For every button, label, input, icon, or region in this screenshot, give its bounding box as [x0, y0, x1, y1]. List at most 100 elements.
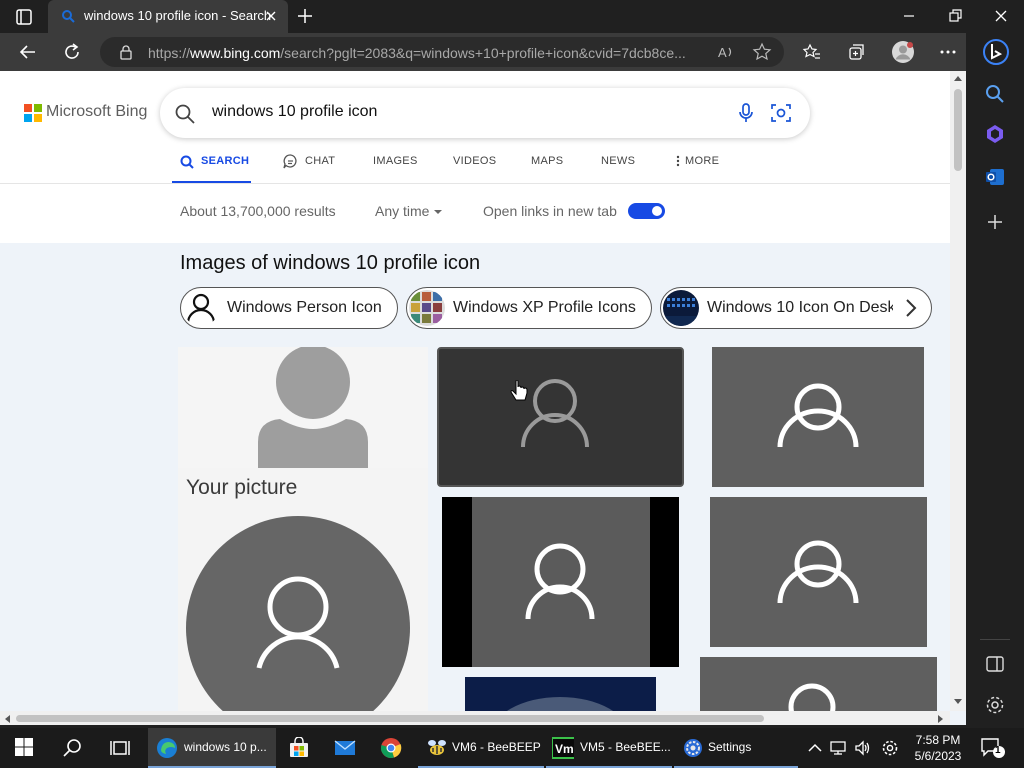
search-icon[interactable]: [984, 83, 1006, 105]
taskbar-chrome[interactable]: [368, 728, 414, 768]
outlook-icon[interactable]: [984, 166, 1006, 188]
related-chip-windows-10-icon-on-desktop[interactable]: Windows 10 Icon On Deskt: [660, 287, 932, 329]
volume-icon[interactable]: [854, 739, 872, 757]
notification-icon: [981, 738, 1005, 758]
image-result-dark-user[interactable]: [437, 347, 684, 487]
horizontal-scroll-thumb[interactable]: [16, 715, 764, 722]
add-sidebar-app-icon[interactable]: [984, 211, 1006, 233]
image-result-gray-user-2[interactable]: [710, 497, 927, 647]
image-result-gray-person[interactable]: [178, 347, 428, 468]
chip-label: Windows 10 Icon On Deskt: [707, 299, 900, 316]
taskbar-settings[interactable]: Settings: [674, 728, 798, 768]
windows-taskbar: windows 10 p... VM6 - BeeBEEP Vm VM5 - B…: [0, 728, 1024, 768]
taskbar-settings-label: Settings: [708, 740, 752, 754]
taskbar-beebeep-label: VM6 - BeeBEEP: [452, 740, 541, 754]
back-icon[interactable]: [18, 42, 38, 62]
taskbar-store[interactable]: [276, 728, 322, 768]
taskbar-edge-label: windows 10 p...: [184, 740, 267, 754]
gear-icon[interactable]: [881, 739, 899, 757]
taskbar-beebeep[interactable]: VM6 - BeeBEEP: [418, 728, 544, 768]
task-view-button[interactable]: [96, 728, 144, 768]
read-aloud-icon[interactable]: A: [716, 42, 736, 62]
tab-videos-label: VIDEOS: [453, 155, 497, 167]
close-window-icon[interactable]: [991, 6, 1011, 26]
chat-icon: [283, 154, 297, 169]
lock-icon[interactable]: [118, 44, 134, 60]
image-result-your-picture[interactable]: Your picture: [178, 468, 428, 725]
tab-search-label: SEARCH: [201, 155, 250, 167]
tab-actions-icon[interactable]: [10, 6, 36, 28]
time-filter-dropdown[interactable]: Any time: [375, 203, 443, 219]
add-favorite-icon[interactable]: [752, 42, 772, 62]
scroll-left-icon[interactable]: [4, 715, 10, 723]
system-clock[interactable]: 7:58 PM 5/6/2023: [910, 732, 966, 764]
search-input[interactable]: windows 10 profile icon: [212, 103, 377, 121]
address-bar[interactable]: https://www.bing.com/search?pglt=2083&q=…: [100, 37, 784, 67]
time-filter-label: Any time: [375, 203, 430, 219]
vertical-scroll-thumb[interactable]: [954, 89, 962, 171]
search-box[interactable]: windows 10 profile icon: [160, 88, 810, 138]
copilot-app-icon[interactable]: [984, 123, 1006, 145]
bing-copilot-icon[interactable]: [982, 37, 1010, 67]
restore-icon[interactable]: [945, 6, 965, 26]
sidebar-settings-icon[interactable]: [984, 694, 1006, 716]
image-result-boxed-user[interactable]: [442, 497, 679, 667]
visual-search-icon[interactable]: [770, 102, 792, 124]
profile-avatar-icon[interactable]: [891, 40, 915, 64]
browser-tab[interactable]: windows 10 profile icon - Search: [48, 0, 288, 33]
chips-next-button[interactable]: [893, 289, 929, 327]
web-page: Microsoft Bing windows 10 profile icon S…: [0, 71, 966, 725]
user-circle-icon: [186, 516, 410, 725]
scroll-down-icon[interactable]: [954, 699, 962, 705]
results-count: About 13,700,000 results: [180, 203, 336, 219]
start-button[interactable]: [0, 728, 48, 768]
network-icon[interactable]: [830, 739, 848, 757]
tab-close-icon[interactable]: [263, 8, 279, 24]
tab-images-label: IMAGES: [373, 155, 418, 167]
taskbar-mail[interactable]: [322, 728, 368, 768]
vmware-icon: Vm: [552, 737, 574, 759]
chrome-icon: [381, 738, 402, 758]
hand-cursor-icon: [510, 380, 528, 401]
taskbar-search-button[interactable]: [48, 728, 96, 768]
show-hidden-icons-icon[interactable]: [806, 739, 824, 757]
user-outline-icon: [525, 543, 595, 620]
scroll-right-icon[interactable]: [938, 715, 944, 723]
tab-more[interactable]: MORE: [675, 153, 725, 183]
scroll-up-icon[interactable]: [954, 75, 962, 81]
refresh-icon[interactable]: [62, 42, 82, 62]
open-links-toggle[interactable]: [628, 203, 665, 219]
images-heading[interactable]: Images of windows 10 profile icon: [180, 252, 480, 275]
tab-chat[interactable]: CHAT: [282, 153, 342, 183]
tab-more-label: MORE: [685, 155, 720, 167]
open-links-label: Open links in new tab: [483, 203, 617, 219]
more-options-icon[interactable]: [938, 42, 958, 62]
sidebar-divider: [980, 639, 1010, 640]
bing-search-favicon-icon: [60, 8, 76, 24]
user-outline-icon: [777, 540, 859, 604]
related-chip-windows-xp-profile-icons[interactable]: Windows XP Profile Icons: [406, 287, 652, 329]
vertical-scrollbar[interactable]: [950, 71, 966, 711]
tab-search[interactable]: SEARCH: [180, 153, 251, 183]
beebeep-icon: [428, 740, 446, 755]
new-tab-icon[interactable]: [295, 6, 315, 26]
logo-text: Microsoft Bing: [46, 103, 148, 120]
notification-center-button[interactable]: 1: [980, 737, 1006, 759]
search-icon[interactable]: [174, 103, 196, 125]
toggle-knob: [652, 206, 662, 216]
related-chip-windows-person-icon[interactable]: Windows Person Icon: [180, 287, 398, 329]
horizontal-scrollbar[interactable]: [0, 711, 950, 725]
svg-text:Vm: Vm: [555, 742, 574, 756]
microphone-icon[interactable]: [736, 102, 756, 124]
url-text[interactable]: https://www.bing.com/search?pglt=2083&q=…: [148, 45, 708, 61]
hide-sidebar-icon[interactable]: [984, 653, 1006, 675]
taskbar-vmware[interactable]: Vm VM5 - BeeBEE...: [546, 728, 672, 768]
minimize-icon[interactable]: [899, 6, 919, 26]
clock-time: 7:58 PM: [915, 733, 961, 747]
taskbar-edge[interactable]: windows 10 p...: [148, 728, 276, 768]
image-result-gray-user-1[interactable]: [712, 347, 924, 487]
search-icon: [63, 739, 81, 757]
favorites-icon[interactable]: [802, 42, 822, 62]
task-view-icon: [110, 741, 130, 755]
collections-icon[interactable]: [846, 42, 866, 62]
